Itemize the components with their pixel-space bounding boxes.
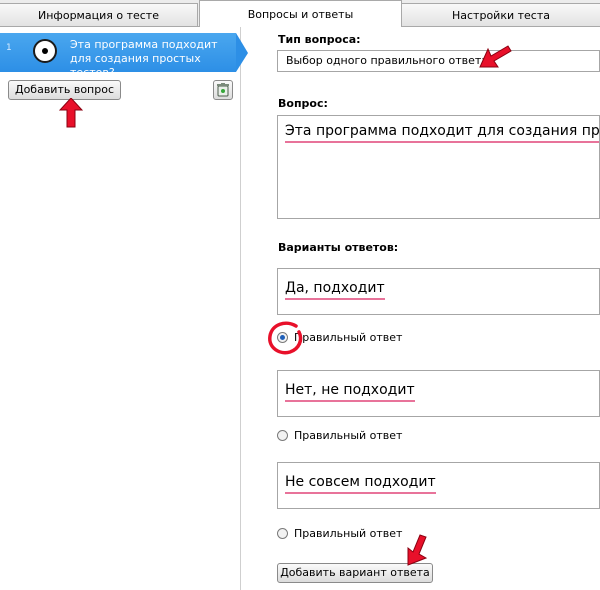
question-list-item[interactable]: 1 Эта программа подходит для создания пр… (0, 33, 236, 79)
answer-field-3[interactable]: Не совсем подходит (277, 462, 600, 509)
tab-test-info[interactable]: Информация о тесте (0, 3, 198, 26)
radio-unchecked-icon[interactable] (277, 430, 288, 441)
tab-questions-answers[interactable]: Вопросы и ответы (199, 0, 402, 27)
radio-unchecked-icon[interactable] (277, 528, 288, 539)
correct-answer-label: Правильный ответ (294, 331, 403, 344)
question-number: 1 (6, 43, 12, 53)
single-choice-icon (33, 39, 57, 63)
question-list-panel (0, 27, 240, 590)
add-question-button[interactable]: Добавить вопрос (8, 80, 121, 100)
tab-test-settings[interactable]: Настройки теста (401, 3, 600, 26)
question-text-field[interactable]: Эта программа подходит для создания прос… (277, 115, 600, 219)
correct-answer-label: Правильный ответ (294, 429, 403, 442)
question-list-item-text: Эта программа подходит для создания прос… (70, 38, 218, 79)
question-type-label: Тип вопроса: (278, 33, 361, 46)
radio-checked-icon[interactable] (277, 332, 288, 343)
answers-label: Варианты ответов: (278, 241, 399, 254)
answer-field-1[interactable]: Да, подходит (277, 268, 600, 315)
correct-answer-label: Правильный ответ (294, 527, 403, 540)
answer-text-2: Нет, не подходит (285, 382, 415, 402)
question-type-select[interactable]: Выбор одного правильного ответа (277, 50, 600, 72)
answer-field-2[interactable]: Нет, не подходит (277, 370, 600, 417)
question-text: Эта программа подходит для создания прос… (285, 123, 599, 143)
annotation-arrow-down-icon (407, 534, 428, 566)
selection-arrow (236, 33, 248, 72)
tab-bar: Информация о тесте Вопросы и ответы Наст… (0, 0, 600, 27)
panel-divider (240, 27, 241, 590)
answer-text-1: Да, подходит (285, 280, 385, 300)
delete-question-button[interactable] (213, 80, 233, 100)
question-label: Вопрос: (278, 97, 328, 110)
answer-text-3: Не совсем подходит (285, 474, 436, 494)
add-answer-button[interactable]: Добавить вариант ответа (277, 563, 433, 583)
trash-icon (217, 83, 229, 97)
